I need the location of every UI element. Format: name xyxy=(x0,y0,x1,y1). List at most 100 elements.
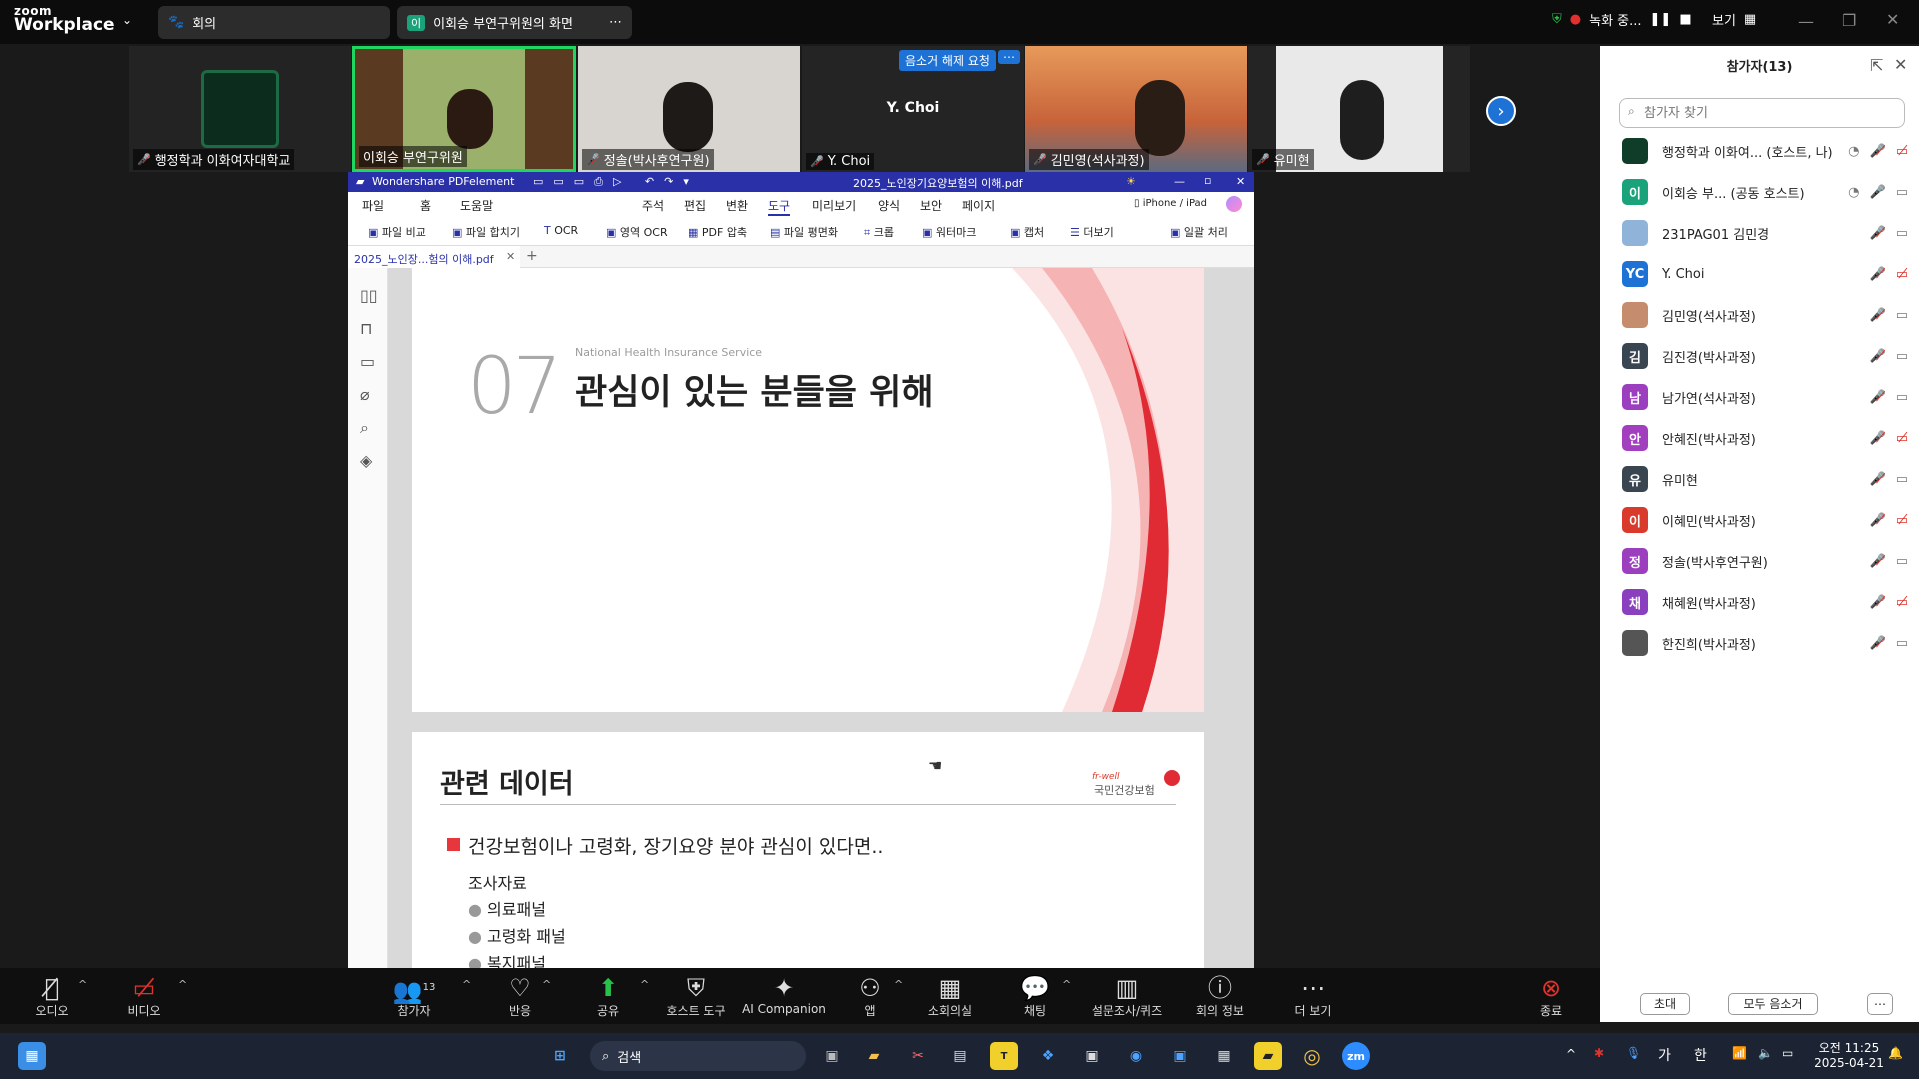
tray-app-icon[interactable]: ✱ xyxy=(1594,1046,1604,1060)
app-icon[interactable]: ◉ xyxy=(1122,1042,1150,1070)
quick-access-icons[interactable]: ▭▭▭⎙▷ ↶↷▾ xyxy=(533,175,699,189)
more-icon[interactable]: ⋯ xyxy=(609,15,622,30)
participant-search[interactable]: ⌕ xyxy=(1619,98,1905,128)
sun-icon[interactable]: ☀ xyxy=(1126,175,1136,188)
chevron-up-icon[interactable]: ^ xyxy=(78,978,87,991)
menu-edit[interactable]: 편집 xyxy=(684,197,706,214)
camera-icon[interactable]: ▭ xyxy=(1896,308,1908,323)
participant-row[interactable]: YC Y. Choi 🎤̸ ▭̸ xyxy=(1622,259,1912,289)
task-view-icon[interactable]: ▣ xyxy=(818,1042,846,1070)
menu-home[interactable]: 홈 xyxy=(420,197,431,214)
tool-batch[interactable]: ▣ 일괄 처리 xyxy=(1170,224,1228,240)
camera-muted-icon[interactable]: ▭̸ xyxy=(1896,595,1908,610)
search-icon[interactable]: ⌕ xyxy=(360,418,369,438)
sticky-notes-icon[interactable]: ▰ xyxy=(1254,1042,1282,1070)
account-avatar[interactable] xyxy=(1226,196,1242,212)
files-icon[interactable]: ▤ xyxy=(946,1042,974,1070)
polls-button[interactable]: ▥ 설문조사/퀴즈 xyxy=(1082,974,1172,1019)
mic-muted-icon[interactable]: 🎤̸ xyxy=(1870,267,1886,282)
tool-compress[interactable]: ▦ PDF 압축 xyxy=(688,224,747,240)
clock-time[interactable]: 오전 11:25 xyxy=(1812,1039,1886,1056)
volume-icon[interactable]: 🔈 xyxy=(1758,1046,1773,1060)
folder-icon[interactable]: ▰ xyxy=(860,1042,888,1070)
network-app-icon[interactable]: ❖ xyxy=(1034,1042,1062,1070)
tool-area-ocr[interactable]: ▣ 영역 OCR xyxy=(606,224,668,240)
mic-muted-icon[interactable]: 🎤̸ xyxy=(1870,390,1886,405)
eye-icon[interactable]: ◔ xyxy=(1848,144,1859,159)
invite-button[interactable]: 초대 xyxy=(1640,993,1690,1015)
ime-indicator[interactable]: 가 xyxy=(1658,1045,1671,1065)
ai-companion-button[interactable]: ✦ AI Companion xyxy=(742,974,826,1016)
mic-muted-icon[interactable]: 🎤̸ xyxy=(1870,308,1886,323)
camera-icon[interactable]: ▭ xyxy=(1896,636,1908,651)
chevron-up-icon[interactable]: ^ xyxy=(640,978,649,991)
camera-muted-icon[interactable]: ▭̸ xyxy=(1896,267,1908,282)
camera-icon[interactable]: ▭ xyxy=(1896,472,1908,487)
menu-help[interactable]: 도움말 xyxy=(460,197,493,214)
app-icon[interactable]: ▣ xyxy=(1166,1042,1194,1070)
mic-muted-icon[interactable]: 🎤̸ xyxy=(1870,513,1886,528)
menu-convert[interactable]: 변환 xyxy=(726,197,748,214)
mic-muted-icon[interactable]: 🎤̸ xyxy=(1870,554,1886,569)
host-tools-button[interactable]: ⛨ 호스트 도구 xyxy=(656,974,736,1019)
view-button[interactable]: 보기 ▦ xyxy=(1712,10,1756,29)
chevron-up-icon[interactable]: ^ xyxy=(1062,978,1071,991)
participant-row[interactable]: 안 안혜진(박사과정) 🎤̸ ▭̸ xyxy=(1622,423,1912,453)
breakout-rooms-button[interactable]: ▦ 소회의실 xyxy=(910,974,990,1019)
desktop-icon[interactable]: ▦ xyxy=(18,1042,46,1070)
participant-row[interactable]: 정 정솔(박사후연구원) 🎤̸ ▭ xyxy=(1622,546,1912,576)
chevron-up-icon[interactable]: ^ xyxy=(462,978,471,991)
chevron-down-icon[interactable]: ⌄ xyxy=(122,13,132,27)
mic-icon[interactable]: 🎤 xyxy=(1870,185,1886,200)
popout-icon[interactable]: ⇱ xyxy=(1870,56,1883,75)
tray-mic-icon[interactable]: 🎙 xyxy=(1626,1046,1641,1060)
device-link[interactable]: ▯ iPhone / iPad xyxy=(1134,198,1207,209)
mic-muted-icon[interactable]: 🎤̸ xyxy=(1870,226,1886,241)
meeting-info-button[interactable]: ⓘ 회의 정보 xyxy=(1180,974,1260,1019)
mic-muted-icon[interactable]: 🎤̸ xyxy=(1870,349,1886,364)
tool-ocr[interactable]: T OCR xyxy=(544,224,578,237)
pdf-viewer[interactable]: 07 National Health Insurance Service 관심이… xyxy=(388,268,1254,972)
eye-icon[interactable]: ◔ xyxy=(1848,185,1859,200)
camera-icon[interactable]: ▭ xyxy=(1896,226,1908,241)
new-tab-icon[interactable]: + xyxy=(526,248,538,264)
windows-start-icon[interactable]: ⊞ xyxy=(546,1042,574,1070)
camera-icon[interactable]: ▭ xyxy=(1896,185,1908,200)
zoom-app-icon[interactable]: zm xyxy=(1342,1042,1370,1070)
chevron-up-icon[interactable]: ^ xyxy=(542,978,551,991)
pause-icon[interactable]: ❚❚ xyxy=(1650,12,1672,27)
store-icon[interactable]: ▣ xyxy=(1078,1042,1106,1070)
layers-icon[interactable]: ◈ xyxy=(360,451,372,470)
participant-row[interactable]: 남 남가연(석사과정) 🎤̸ ▭ xyxy=(1622,382,1912,412)
participant-search-input[interactable] xyxy=(1644,103,1894,123)
camera-muted-icon[interactable]: ▭̸ xyxy=(1896,431,1908,446)
stop-icon[interactable]: ■ xyxy=(1679,12,1691,27)
chrome-icon[interactable]: ◎ xyxy=(1298,1042,1326,1070)
tool-watermark[interactable]: ▣ 워터마크 xyxy=(922,224,976,240)
tool-crop[interactable]: ⌗ 크롭 xyxy=(864,224,894,240)
share-button[interactable]: ⬆ 공유 xyxy=(568,974,648,1019)
tool-compare[interactable]: ▣ 파일 비교 xyxy=(368,224,426,240)
pdf-close-icon[interactable]: ✕ xyxy=(1236,175,1245,188)
mute-all-button[interactable]: 모두 음소거 xyxy=(1728,993,1818,1015)
end-button[interactable]: ⊗ 종료 xyxy=(1512,974,1590,1019)
menu-tools[interactable]: 도구 xyxy=(768,197,791,216)
participant-row[interactable]: 유 유미현 🎤̸ ▭ xyxy=(1622,464,1912,494)
close-icon[interactable]: ✕ xyxy=(1886,10,1899,29)
participant-row[interactable]: 이 이혜민(박사과정) 🎤̸ ▭̸ xyxy=(1622,505,1912,535)
notification-bell-icon[interactable]: 🔔 xyxy=(1888,1046,1903,1060)
participant-row[interactable]: 김 김진경(박사과정) 🎤̸ ▭ xyxy=(1622,341,1912,371)
menu-page[interactable]: 페이지 xyxy=(962,197,995,214)
panel-close-icon[interactable]: ✕ xyxy=(1894,55,1907,74)
participant-row[interactable]: 이 이회승 부... (공동 호스트) ◔ 🎤 ▭ xyxy=(1622,177,1912,207)
maximize-icon[interactable]: ❐ xyxy=(1842,11,1856,30)
chevron-up-icon[interactable]: ^ xyxy=(894,978,903,991)
more-button[interactable]: ⋯ 더 보기 xyxy=(1273,974,1353,1019)
menu-security[interactable]: 보안 xyxy=(920,197,942,214)
tray-chevron-up-icon[interactable]: ^ xyxy=(1566,1047,1576,1061)
taskbar-search[interactable]: ⌕ 검색 xyxy=(590,1041,806,1071)
participants-button[interactable]: 👥13 참가자 xyxy=(374,974,454,1019)
video-tile[interactable]: 🎤̸ 정솔(박사후연구원) xyxy=(578,46,800,172)
attachment-icon[interactable]: ⌀ xyxy=(360,385,370,404)
camera-icon[interactable]: ▭ xyxy=(1896,390,1908,405)
